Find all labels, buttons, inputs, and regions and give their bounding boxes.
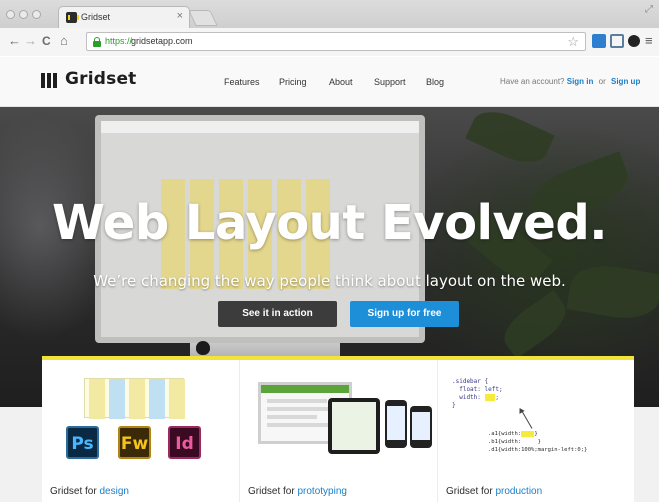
fullscreen-icon[interactable]: ⤢ [645, 4, 653, 15]
lock-icon [93, 37, 101, 47]
hero-subtitle: We’re changing the way people think abou… [93, 272, 566, 290]
fireworks-icon: Fw [118, 426, 151, 459]
or-text: or [598, 77, 606, 86]
extension-gear-icon[interactable] [628, 35, 640, 47]
browser-tab-gridset[interactable]: Gridset × [58, 6, 190, 28]
sign-up-for-free-button[interactable]: Sign up for free [350, 301, 459, 327]
new-tab-button[interactable] [188, 10, 218, 26]
window-zoom-icon[interactable] [32, 10, 41, 19]
hero-title: Web Layout Evolved. [52, 195, 607, 251]
tab-title: Gridset [81, 12, 111, 22]
css-output-snippet-image: .a1{width: } .b1{width: } .d1{width:100%… [488, 431, 588, 453]
phone-prototype-image-2 [410, 406, 432, 448]
feature-card-design[interactable]: Ps Fw Id Gridset for design [42, 360, 238, 502]
browser-tabstrip: Gridset × ⤢ [0, 0, 659, 28]
photoshop-icon: Ps [66, 426, 99, 459]
site-header: Gridset Features Pricing About Support B… [0, 57, 659, 107]
feature-card-production[interactable]: .sidebar { float: left; width: ; } .a1{w… [438, 360, 634, 502]
home-icon[interactable]: ⌂ [60, 34, 68, 48]
extension-blue-icon[interactable] [592, 34, 606, 48]
nav-blog[interactable]: Blog [426, 77, 444, 87]
design-grid-preview-image [84, 378, 185, 419]
back-arrow-icon[interactable]: ← [8, 34, 21, 48]
reload-icon[interactable]: C [42, 34, 51, 48]
gridset-favicon-icon [66, 12, 79, 23]
extension-frame-icon[interactable] [610, 34, 624, 48]
bookmark-star-icon[interactable]: ☆ [567, 34, 579, 50]
apple-logo-icon [196, 341, 210, 355]
feature-caption-production[interactable]: Gridset for production [446, 486, 542, 497]
feature-highlight-design: design [99, 486, 129, 497]
feature-card-prototyping[interactable]: Gridset for prototyping [240, 360, 436, 502]
tablet-prototype-image [328, 398, 380, 454]
url-host: gridsetapp.com [131, 36, 193, 46]
sign-in-link[interactable]: Sign in [567, 77, 594, 86]
address-bar[interactable]: https:// gridsetapp.com ☆ [86, 32, 586, 51]
sign-up-link[interactable]: Sign up [611, 77, 640, 86]
feature-highlight-prototyping: prototyping [297, 486, 347, 497]
browser-toolbar: ← → C ⌂ https:// gridsetapp.com ☆ ≡ [0, 28, 659, 56]
nav-support[interactable]: Support [374, 77, 406, 87]
window-close-icon[interactable] [6, 10, 15, 19]
see-it-in-action-button[interactable]: See it in action [218, 301, 337, 327]
feature-caption-design[interactable]: Gridset for design [50, 486, 129, 497]
account-links: Have an account? Sign in or Sign up [500, 77, 640, 86]
feature-highlight-production: production [495, 486, 543, 497]
nav-features[interactable]: Features [224, 77, 260, 87]
indesign-icon: Id [168, 426, 201, 459]
features-panel: Ps Fw Id Gridset for design Gridset for … [42, 356, 634, 502]
forward-arrow-icon[interactable]: → [24, 34, 37, 48]
browser-window-chrome: Gridset × ⤢ ← → C ⌂ https:// gridsetapp.… [0, 0, 659, 56]
nav-pricing[interactable]: Pricing [279, 77, 307, 87]
nav-about[interactable]: About [329, 77, 353, 87]
css-code-snippet-image: .sidebar { float: left; width: ; } [452, 378, 503, 409]
pointer-arrow-icon [520, 409, 533, 429]
account-prompt: Have an account? [500, 77, 565, 86]
gridset-logo-icon [41, 73, 59, 88]
tab-close-icon[interactable]: × [177, 10, 183, 22]
browser-menu-icon[interactable]: ≡ [645, 34, 653, 48]
logo-text: Gridset [65, 69, 137, 89]
url-scheme: https:// [105, 36, 133, 46]
window-minimize-icon[interactable] [19, 10, 28, 19]
phone-prototype-image [385, 400, 407, 448]
feature-caption-prototyping[interactable]: Gridset for prototyping [248, 486, 347, 497]
